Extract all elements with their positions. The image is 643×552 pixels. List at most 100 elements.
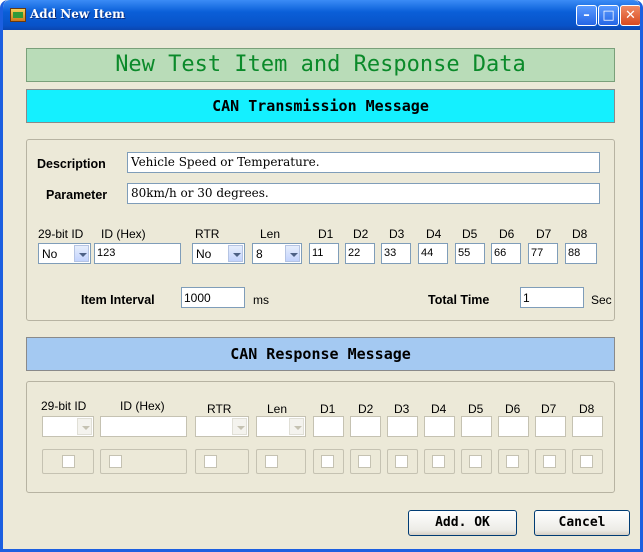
- page-title: New Test Item and Response Data: [26, 48, 615, 82]
- rx-d6-checkbox[interactable]: [506, 455, 519, 468]
- minimize-icon: –: [583, 8, 590, 23]
- description-label: Description: [37, 157, 106, 171]
- total-time-field[interactable]: 1: [520, 287, 584, 308]
- rx-section-header: CAN Response Message: [26, 337, 615, 371]
- cancel-button[interactable]: Cancel: [534, 510, 630, 536]
- rx-d6-field[interactable]: [498, 416, 529, 437]
- rx-col-rtr: RTR: [207, 402, 232, 416]
- rx-d4-check-cell: [424, 449, 455, 474]
- title-bar[interactable]: Add New Item – □ ✕: [3, 0, 640, 30]
- rx-d3-check-cell: [387, 449, 418, 474]
- rx-d4-field[interactable]: [424, 416, 455, 437]
- rx-col-id-hex: ID (Hex): [120, 399, 165, 413]
- rx-col-d8: D8: [579, 402, 595, 416]
- tx-col-d8: D8: [572, 227, 588, 241]
- rx-d2-check-cell: [350, 449, 381, 474]
- tx-29bit-id-select[interactable]: No: [38, 243, 91, 264]
- rx-col-d4: D4: [431, 402, 447, 416]
- tx-col-rtr: RTR: [195, 227, 220, 241]
- tx-id-hex-field[interactable]: 123: [94, 243, 181, 264]
- app-icon: [10, 8, 26, 22]
- rx-d1-field[interactable]: [313, 416, 344, 437]
- rx-d7-check-cell: [535, 449, 566, 474]
- total-time-unit: Sec: [591, 293, 612, 307]
- tx-29bit-id-value: No: [42, 247, 58, 261]
- rx-group: [26, 381, 615, 493]
- maximize-button[interactable]: □: [598, 5, 619, 26]
- rx-len-check-cell: [256, 449, 306, 474]
- tx-d6-field[interactable]: 66: [491, 243, 521, 264]
- rx-id-hex-check-cell: [100, 449, 187, 474]
- rx-d4-checkbox[interactable]: [432, 455, 445, 468]
- chevron-down-icon[interactable]: [232, 418, 247, 435]
- close-button[interactable]: ✕: [620, 5, 640, 26]
- rx-d7-field[interactable]: [535, 416, 566, 437]
- total-time-label: Total Time: [428, 293, 490, 307]
- rx-col-d5: D5: [468, 402, 484, 416]
- rx-d3-field[interactable]: [387, 416, 418, 437]
- rx-d5-field[interactable]: [461, 416, 492, 437]
- rx-d1-check-cell: [313, 449, 344, 474]
- item-interval-field[interactable]: 1000: [181, 287, 245, 308]
- rx-rtr-checkbox[interactable]: [204, 455, 217, 468]
- rx-rtr-check-cell: [195, 449, 249, 474]
- rx-d1-checkbox[interactable]: [321, 455, 334, 468]
- tx-col-29bit-id: 29-bit ID: [38, 227, 84, 241]
- rx-d8-checkbox[interactable]: [580, 455, 593, 468]
- tx-len-select[interactable]: 8: [252, 243, 302, 264]
- tx-col-d6: D6: [499, 227, 515, 241]
- minimize-button[interactable]: –: [576, 5, 597, 26]
- tx-rtr-select[interactable]: No: [192, 243, 245, 264]
- rx-col-len: Len: [267, 402, 288, 416]
- chevron-down-icon[interactable]: [289, 418, 304, 435]
- rx-29bit-id-select[interactable]: [42, 416, 94, 437]
- rx-col-d1: D1: [320, 402, 336, 416]
- rx-col-d2: D2: [358, 402, 374, 416]
- rx-len-select[interactable]: [256, 416, 306, 437]
- rx-id-hex-checkbox[interactable]: [109, 455, 122, 468]
- rx-d7-checkbox[interactable]: [543, 455, 556, 468]
- rx-id-hex-field[interactable]: [100, 416, 187, 437]
- rx-col-d3: D3: [394, 402, 410, 416]
- rx-d2-checkbox[interactable]: [358, 455, 371, 468]
- parameter-field[interactable]: 80km/h or 30 degrees.: [127, 183, 600, 204]
- rx-d2-field[interactable]: [350, 416, 381, 437]
- maximize-icon: □: [602, 8, 615, 23]
- rx-d5-check-cell: [461, 449, 492, 474]
- rx-rtr-select[interactable]: [195, 416, 249, 437]
- tx-section-header: CAN Transmission Message: [26, 89, 615, 123]
- tx-d7-field[interactable]: 77: [528, 243, 558, 264]
- tx-d8-field[interactable]: 88: [565, 243, 597, 264]
- close-icon: ✕: [625, 8, 636, 23]
- add-ok-button[interactable]: Add. OK: [408, 510, 517, 536]
- rx-d8-field[interactable]: [572, 416, 603, 437]
- rx-col-29bit-id: 29-bit ID: [41, 399, 87, 413]
- parameter-label: Parameter: [46, 188, 108, 202]
- tx-d2-field[interactable]: 22: [345, 243, 375, 264]
- description-field[interactable]: Vehicle Speed or Temperature.: [127, 152, 600, 173]
- chevron-down-icon[interactable]: [228, 245, 243, 262]
- add-new-item-window: Add New Item – □ ✕ New Test Item and Res…: [0, 0, 643, 552]
- rx-len-checkbox[interactable]: [265, 455, 278, 468]
- tx-d5-field[interactable]: 55: [455, 243, 485, 264]
- rx-d8-check-cell: [572, 449, 603, 474]
- tx-col-d7: D7: [536, 227, 552, 241]
- tx-d3-field[interactable]: 33: [381, 243, 411, 264]
- rx-col-d7: D7: [541, 402, 557, 416]
- chevron-down-icon[interactable]: [74, 245, 89, 262]
- tx-col-d4: D4: [426, 227, 442, 241]
- chevron-down-icon[interactable]: [77, 418, 92, 435]
- tx-col-d5: D5: [462, 227, 478, 241]
- chevron-down-icon[interactable]: [285, 245, 300, 262]
- rx-d6-check-cell: [498, 449, 529, 474]
- tx-col-d1: D1: [318, 227, 334, 241]
- item-interval-unit: ms: [253, 293, 269, 307]
- rx-29bit-id-check-cell: [42, 449, 94, 474]
- tx-d4-field[interactable]: 44: [418, 243, 448, 264]
- rx-29bit-id-checkbox[interactable]: [62, 455, 75, 468]
- rx-d5-checkbox[interactable]: [469, 455, 482, 468]
- rx-d3-checkbox[interactable]: [395, 455, 408, 468]
- tx-d1-field[interactable]: 11: [309, 243, 339, 264]
- tx-col-len: Len: [260, 227, 281, 241]
- window-title: Add New Item: [30, 7, 125, 21]
